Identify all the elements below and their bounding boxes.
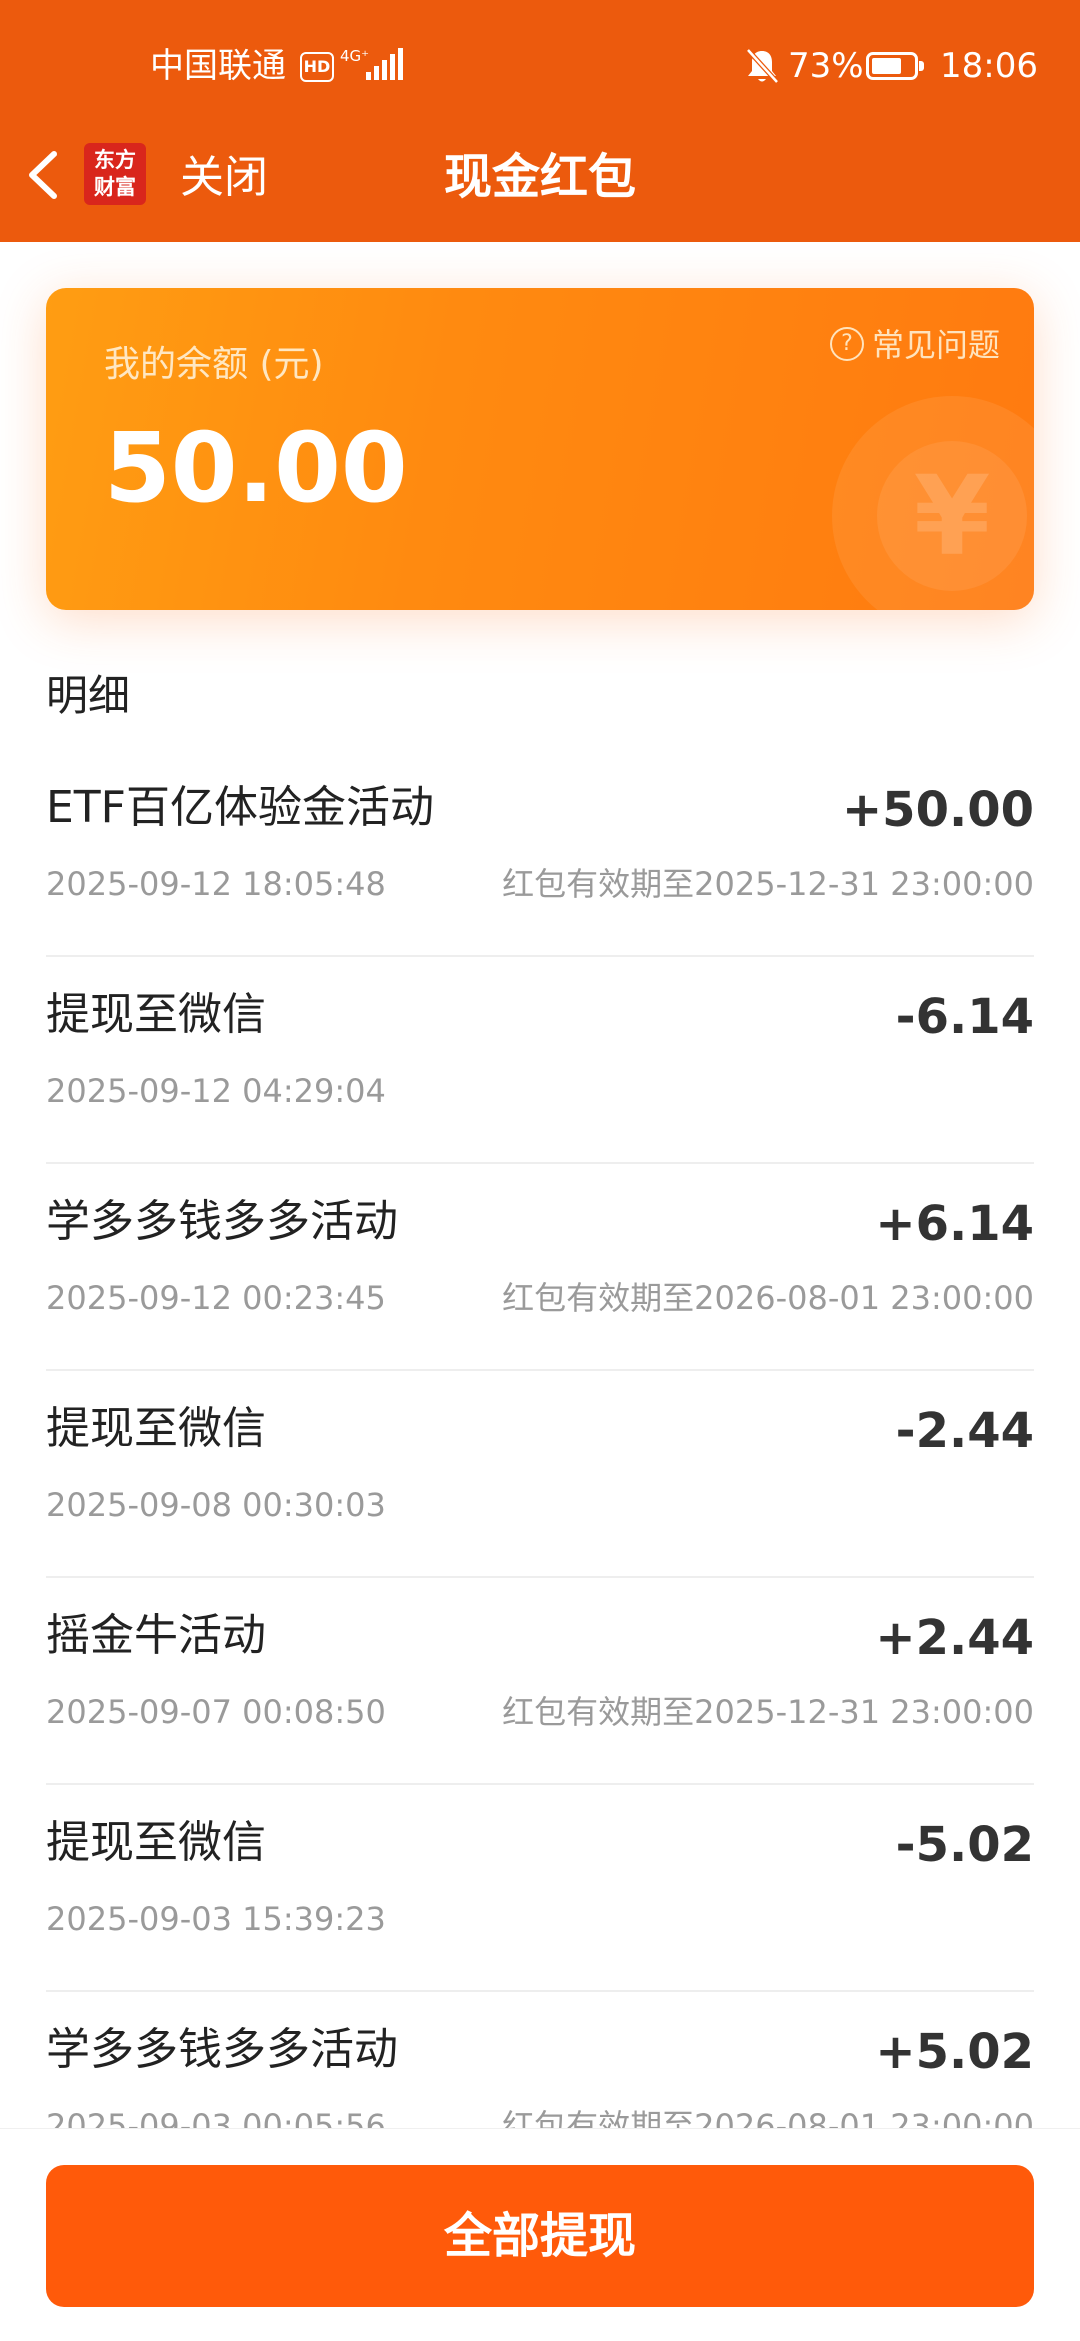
question-circle-icon: ? bbox=[829, 327, 864, 361]
balance-card: ¥ 我的余额 (元) 50.00 ? 常见问题 bbox=[46, 288, 1034, 610]
transaction-expiry: 红包有效期至2026-08-01 23:00:00 bbox=[502, 1279, 1034, 1317]
signal-strength-icon bbox=[366, 48, 403, 80]
transaction-amount: +6.14 bbox=[875, 1196, 1034, 1252]
faq-label: 常见问题 bbox=[871, 326, 1000, 364]
transaction-title: 提现至微信 bbox=[46, 989, 266, 1040]
transaction-row: 提现至微信 -5.02 2025-09-03 15:39:23 bbox=[46, 1785, 1034, 1992]
transaction-amount: +50.00 bbox=[841, 782, 1034, 838]
transaction-amount: +5.02 bbox=[875, 2024, 1034, 2080]
transaction-expiry: 红包有效期至2025-12-31 23:00:00 bbox=[502, 865, 1034, 903]
status-time: 18:06 bbox=[940, 46, 1038, 86]
bell-muted-icon bbox=[746, 48, 779, 84]
transaction-amount: -2.44 bbox=[895, 1403, 1034, 1459]
coin-decoration-icon: ¥ bbox=[832, 396, 1034, 610]
transaction-expiry: 红包有效期至2025-12-31 23:00:00 bbox=[502, 1693, 1034, 1731]
transaction-time: 2025-09-12 00:23:45 bbox=[46, 1279, 386, 1317]
transaction-time: 2025-09-03 00:05:56 bbox=[46, 2107, 386, 2128]
battery-percent: 73% bbox=[788, 46, 864, 86]
page-title: 现金红包 bbox=[443, 149, 636, 205]
hd-badge: HD bbox=[300, 52, 334, 82]
transaction-time: 2025-09-12 04:29:04 bbox=[46, 1072, 386, 1110]
transaction-list[interactable]: ETF百亿体验金活动 +50.00 2025-09-12 18:05:48 红包… bbox=[46, 750, 1034, 2128]
balance-label: 我的余额 (元) bbox=[104, 344, 324, 385]
status-bar: 中国联通 HD 4G⁺ 73% 18:06 bbox=[0, 0, 1080, 130]
transaction-title: 学多多钱多多活动 bbox=[46, 2024, 398, 2075]
transaction-amount: +2.44 bbox=[875, 1610, 1034, 1666]
transaction-title: 提现至微信 bbox=[46, 1817, 266, 1868]
transaction-time: 2025-09-08 00:30:03 bbox=[46, 1486, 386, 1524]
transaction-row: ETF百亿体验金活动 +50.00 2025-09-12 18:05:48 红包… bbox=[46, 750, 1034, 957]
transaction-amount: -6.14 bbox=[895, 989, 1034, 1045]
transaction-time: 2025-09-12 18:05:48 bbox=[46, 865, 386, 903]
bottom-action-bar: 全部提现 bbox=[0, 2128, 1080, 2341]
transaction-title: 学多多钱多多活动 bbox=[46, 1196, 398, 1247]
transaction-row: 提现至微信 -2.44 2025-09-08 00:30:03 bbox=[46, 1371, 1034, 1578]
balance-amount: 50.00 bbox=[104, 412, 408, 524]
app-header: 中国联通 HD 4G⁺ 73% 18:06 东方 财富 关闭 现金红包 bbox=[0, 0, 1080, 242]
transaction-title: 摇金牛活动 bbox=[46, 1610, 266, 1661]
battery-icon bbox=[866, 52, 924, 80]
withdraw-all-button[interactable]: 全部提现 bbox=[46, 2165, 1034, 2307]
transaction-title: 提现至微信 bbox=[46, 1403, 266, 1454]
transaction-amount: -5.02 bbox=[895, 1817, 1034, 1873]
transaction-row: 提现至微信 -6.14 2025-09-12 04:29:04 bbox=[46, 957, 1034, 1164]
faq-button[interactable]: ? 常见问题 bbox=[829, 324, 1000, 366]
carrier-name: 中国联通 bbox=[150, 46, 286, 86]
transaction-row: 摇金牛活动 +2.44 2025-09-07 00:08:50 红包有效期至20… bbox=[46, 1578, 1034, 1785]
transaction-expiry: 红包有效期至2026-08-01 23:00:00 bbox=[502, 2107, 1034, 2128]
detail-section-title: 明细 bbox=[46, 671, 131, 720]
transaction-row: 学多多钱多多活动 +6.14 2025-09-12 00:23:45 红包有效期… bbox=[46, 1164, 1034, 1371]
transaction-row: 学多多钱多多活动 +5.02 2025-09-03 00:05:56 红包有效期… bbox=[46, 1992, 1034, 2128]
transaction-title: ETF百亿体验金活动 bbox=[46, 782, 434, 833]
transaction-time: 2025-09-07 00:08:50 bbox=[46, 1693, 386, 1731]
transaction-time: 2025-09-03 15:39:23 bbox=[46, 1900, 386, 1938]
network-type: 4G⁺ bbox=[340, 47, 370, 65]
